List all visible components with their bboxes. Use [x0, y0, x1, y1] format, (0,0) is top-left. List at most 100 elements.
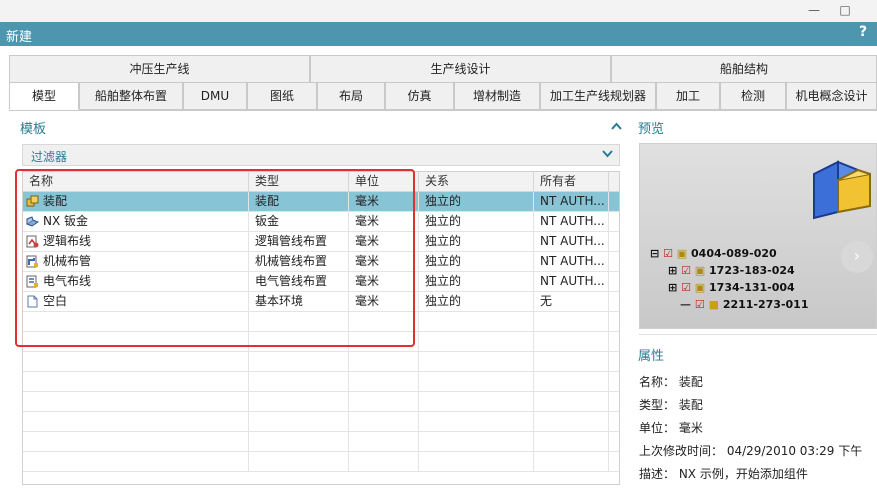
checkbox-icon[interactable]: ☑	[681, 281, 691, 294]
next-preview-button[interactable]: ›	[841, 241, 873, 273]
tree-node[interactable]: — ☑ ■ 2211-273-011	[680, 298, 808, 311]
row-name-cell: 逻辑布线	[23, 232, 249, 252]
tab-ship-general-arrangement[interactable]: 船舶整体布置	[79, 82, 183, 110]
tree-node[interactable]: ⊟ ☑ ▣ 0404-089-020	[650, 247, 777, 260]
tree-expander[interactable]: ⊞	[668, 264, 677, 277]
property-description: 描述： NX 示例，开始添加组件	[639, 467, 808, 481]
row-unit-cell: 毫米	[349, 292, 419, 312]
window-top-strip: — □	[0, 0, 877, 22]
tree-node[interactable]: ⊞ ☑ ▣ 1734-131-004	[668, 281, 795, 294]
help-icon[interactable]: ?	[859, 24, 875, 44]
preview-properties-divider	[639, 334, 877, 335]
logical-routing-icon	[26, 235, 39, 248]
row-name-cell: 装配	[23, 192, 249, 212]
checkbox-icon[interactable]: ☑	[663, 247, 673, 260]
column-header-name[interactable]: 名称	[23, 172, 249, 192]
tree-node-label: 2211-273-011	[722, 298, 809, 311]
empty-row	[23, 412, 619, 432]
row-owner-cell: NT AUTH...	[534, 232, 609, 252]
preview-section-title: 预览	[638, 122, 665, 137]
maximize-button[interactable]: □	[836, 2, 854, 18]
tree-expander[interactable]: ⊟	[650, 247, 659, 260]
tree-expander[interactable]: ⊞	[668, 281, 677, 294]
checkbox-icon[interactable]: ☑	[695, 298, 705, 311]
tree-connector-icon: —	[680, 298, 691, 311]
sheet-metal-icon	[25, 215, 40, 228]
row-name-text: 空白	[43, 294, 68, 308]
tab-stamping-line[interactable]: 冲压生产线	[9, 55, 310, 82]
tree-node[interactable]: ⊞ ☑ ▣ 1723-183-024	[668, 264, 795, 277]
tab-line-design[interactable]: 生产线设计	[310, 55, 611, 82]
empty-row	[23, 352, 619, 372]
row-name-cell: 机械布管	[23, 252, 249, 272]
column-header-unit[interactable]: 单位	[349, 172, 419, 192]
table-row[interactable]: 空白 基本环境 毫米 独立的 无	[23, 292, 619, 312]
filter-label: 过滤器	[31, 150, 68, 164]
row-owner-cell: NT AUTH...	[534, 212, 609, 232]
table-row[interactable]: 逻辑布线 逻辑管线布置 毫米 独立的 NT AUTH...	[23, 232, 619, 252]
row-name-text: 逻辑布线	[43, 234, 92, 248]
electrical-routing-icon	[26, 275, 39, 288]
property-modified: 上次修改时间： 04/29/2010 03:29 下午	[639, 444, 863, 458]
mechanical-routing-icon	[26, 255, 39, 268]
assembly-icon: ▣	[694, 264, 706, 277]
tab-model[interactable]: 模型	[9, 82, 79, 110]
row-relation-cell: 独立的	[419, 232, 534, 252]
table-row[interactable]: NX 钣金 钣金 毫米 独立的 NT AUTH...	[23, 212, 619, 232]
part-icon: ■	[708, 298, 719, 311]
assembly-3d-icon	[813, 160, 871, 220]
tab-simulation[interactable]: 仿真	[385, 82, 454, 110]
empty-row	[23, 452, 619, 472]
empty-row	[23, 372, 619, 392]
row-unit-cell: 毫米	[349, 192, 419, 212]
column-header-relation[interactable]: 关系	[419, 172, 534, 192]
column-header-type[interactable]: 类型	[249, 172, 349, 192]
row-type-cell: 逻辑管线布置	[249, 232, 349, 252]
table-row[interactable]: 机械布管 机械管线布置 毫米 独立的 NT AUTH...	[23, 252, 619, 272]
row-owner-cell: 无	[534, 292, 609, 312]
checkbox-icon[interactable]: ☑	[681, 264, 691, 277]
tab-mechatronics-concept-design[interactable]: 机电概念设计	[786, 82, 877, 110]
row-type-cell: 电气管线布置	[249, 272, 349, 292]
assembly-icon: ▣	[694, 281, 706, 294]
filter-bar[interactable]: 过滤器	[22, 144, 620, 166]
property-type: 类型： 装配	[639, 398, 703, 412]
minimize-button[interactable]: —	[805, 2, 823, 18]
empty-row	[23, 332, 619, 352]
row-name-text: 机械布管	[43, 254, 92, 268]
column-header-owner[interactable]: 所有者	[534, 172, 609, 192]
column-header-filler	[609, 172, 619, 192]
property-unit: 单位： 毫米	[639, 421, 703, 435]
tab-dmu[interactable]: DMU	[183, 82, 247, 110]
tab-drawing[interactable]: 图纸	[247, 82, 317, 110]
row-relation-cell: 独立的	[419, 192, 534, 212]
tab-row-top: 冲压生产线 生产线设计 船舶结构	[9, 55, 877, 82]
tab-additive-manufacturing[interactable]: 增材制造	[454, 82, 540, 110]
row-owner-cell: NT AUTH...	[534, 192, 609, 212]
row-type-cell: 装配	[249, 192, 349, 212]
tab-machining[interactable]: 加工	[656, 82, 720, 110]
property-name: 名称： 装配	[639, 375, 703, 389]
dialog-title-bar: 新建 ?	[0, 22, 877, 46]
tab-ship-structure[interactable]: 船舶结构	[611, 55, 877, 82]
templates-section-title: 模板	[20, 122, 47, 137]
row-relation-cell: 独立的	[419, 292, 534, 312]
blank-file-icon	[26, 295, 39, 308]
tab-layout[interactable]: 布局	[317, 82, 385, 110]
row-name-cell: 电气布线	[23, 272, 249, 292]
row-unit-cell: 毫米	[349, 272, 419, 292]
row-name-cell: NX 钣金	[23, 212, 249, 232]
tab-inspection[interactable]: 检测	[720, 82, 786, 110]
tab-pane-border	[9, 110, 877, 111]
row-name-text: NX 钣金	[43, 214, 89, 228]
templates-table: 名称 类型 单位 关系 所有者 装配 装配 毫米 独立的 NT AUTH... …	[22, 171, 620, 485]
empty-row	[23, 312, 619, 332]
table-row[interactable]: 电气布线 电气管线布置 毫米 独立的 NT AUTH...	[23, 272, 619, 292]
tree-node-label: 1734-131-004	[709, 281, 795, 294]
table-row[interactable]: 装配 装配 毫米 独立的 NT AUTH...	[23, 192, 619, 212]
chevron-down-icon[interactable]	[602, 147, 613, 161]
row-unit-cell: 毫米	[349, 232, 419, 252]
collapse-templates-icon[interactable]	[611, 119, 622, 133]
row-type-cell: 机械管线布置	[249, 252, 349, 272]
tab-machining-line-planner[interactable]: 加工生产线规划器	[540, 82, 656, 110]
